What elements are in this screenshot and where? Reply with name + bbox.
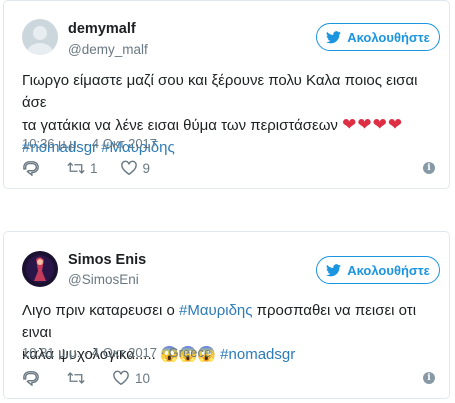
hashtag-link[interactable]: #Μαυριδης — [179, 302, 253, 319]
author-name[interactable]: Simos Enis — [68, 252, 146, 268]
twitter-bird-icon — [326, 30, 342, 43]
info-icon[interactable]: i — [423, 162, 435, 174]
author-handle[interactable]: @demy_malf — [68, 42, 148, 57]
author-handle[interactable]: @SimosEni — [68, 272, 139, 287]
tweet-text-line: Γιωργο είμαστε μαζί σου και ξέρουνε πολυ… — [22, 72, 418, 111]
action-bar: 1 9 — [22, 160, 172, 176]
follow-button[interactable]: Ακολουθήστε — [316, 23, 440, 51]
reply-icon — [23, 371, 39, 386]
retweet-icon — [67, 372, 85, 384]
action-bar: 10 — [22, 370, 172, 386]
tweet-text-line: Λιγο πριν καταρευσει ο #Μαυριδης προσπαθ… — [22, 300, 435, 344]
timestamp[interactable]: 10:36 μ.μ. - 4 Οκτ 2017 — [22, 136, 157, 151]
tweet-text-segment: τα γατάκια να λένε εισαι θύμα των περιστ… — [22, 117, 338, 134]
tweet-text-segment: Λιγο πριν καταρευσει ο — [22, 302, 179, 319]
twitter-bird-icon — [326, 263, 342, 276]
reply-icon — [23, 161, 39, 176]
heart-emojis: ❤❤❤❤ — [342, 115, 404, 134]
author-name[interactable]: demymalf — [68, 21, 136, 37]
retweet-button[interactable]: 1 — [67, 160, 98, 176]
default-avatar-icon — [22, 19, 58, 55]
like-count: 10 — [135, 370, 151, 386]
reply-button[interactable] — [22, 370, 45, 386]
avatar[interactable] — [22, 251, 58, 287]
timestamp[interactable]: 10:31 μ.μ. - 4 Οκτ 2017 · Greece — [22, 345, 211, 360]
avatar[interactable] — [22, 19, 58, 55]
profile-photo-icon — [22, 251, 58, 287]
retweet-button[interactable] — [67, 370, 90, 386]
retweet-count: 1 — [90, 160, 98, 176]
like-button[interactable]: 9 — [120, 160, 151, 176]
tweet-text-line: τα γατάκια να λένε εισαι θύμα των περιστ… — [22, 114, 435, 137]
like-button[interactable]: 10 — [112, 370, 150, 386]
follow-label: Ακολουθήστε — [347, 29, 430, 45]
like-heart-icon — [120, 160, 137, 176]
follow-button[interactable]: Ακολουθήστε — [316, 256, 440, 284]
follow-label: Ακολουθήστε — [347, 262, 430, 278]
reply-button[interactable] — [22, 160, 45, 176]
info-icon[interactable]: i — [423, 372, 435, 384]
retweet-icon — [67, 162, 85, 174]
like-count: 9 — [142, 160, 151, 176]
tweet-card: Simos Enis @SimosEni Ακολουθήστε Λιγο πρ… — [3, 231, 450, 399]
tweet-card: demymalf @demy_malf Ακολουθήστε Γιωργο ε… — [3, 0, 450, 189]
like-heart-icon — [113, 370, 129, 386]
hashtag-link[interactable]: #nomadsgr — [220, 346, 295, 363]
